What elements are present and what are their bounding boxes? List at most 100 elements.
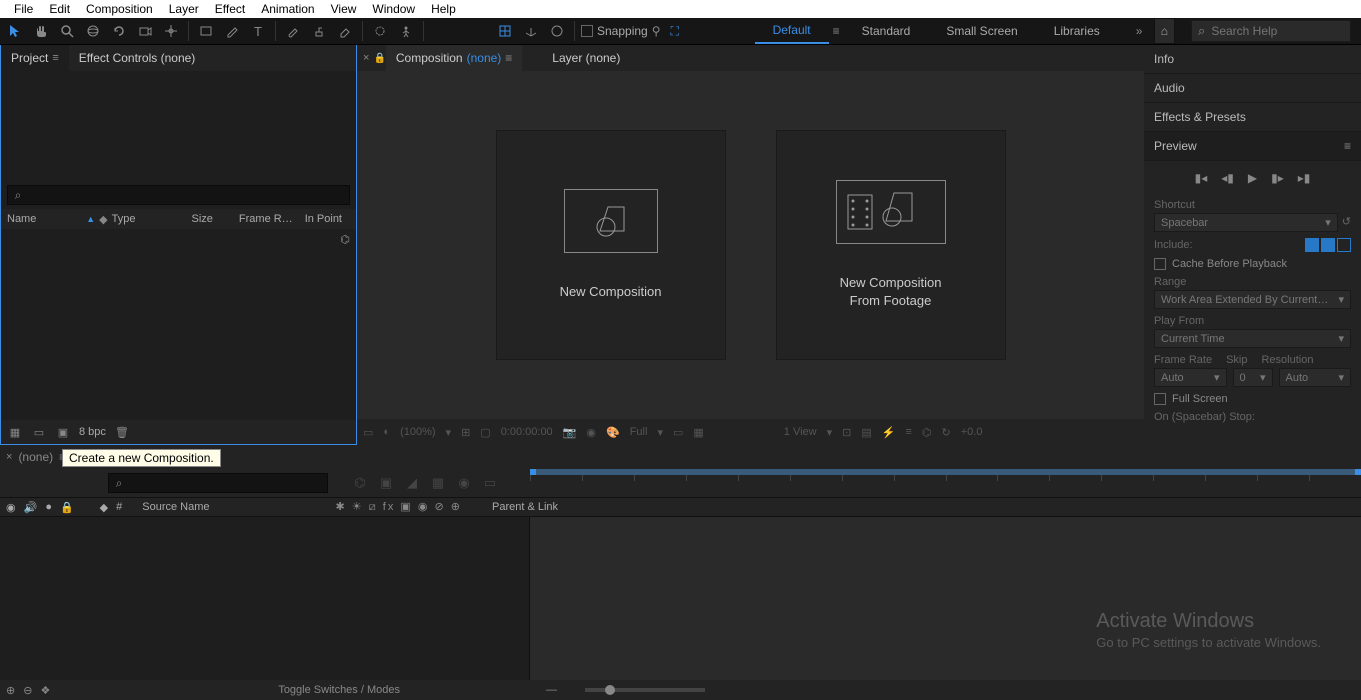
rotate-tool[interactable] <box>108 20 130 42</box>
lock-toggle-icon[interactable]: 🔒 <box>60 501 74 514</box>
toggle-alpha-icon[interactable]: ◐ <box>383 426 390 438</box>
frame-blend-footer-icon[interactable]: ❖ <box>40 684 50 697</box>
tab-layer[interactable]: Layer (none) <box>542 45 630 71</box>
graph-editor-icon[interactable]: ▭ <box>480 475 500 491</box>
delete-icon[interactable]: 🗑 <box>114 426 130 439</box>
mesh-tool-icon[interactable] <box>494 20 516 42</box>
zoom-tool[interactable] <box>56 20 78 42</box>
timeline-search[interactable]: ⌕ <box>108 473 328 493</box>
hand-tool[interactable] <box>30 20 52 42</box>
menu-animation[interactable]: Animation <box>253 2 322 16</box>
shortcut-dropdown[interactable]: Spacebar▾ <box>1154 213 1338 232</box>
frame-rate-dropdown[interactable]: Auto▾ <box>1154 368 1227 387</box>
reset-exposure-icon[interactable]: ↻ <box>942 426 951 439</box>
skip-dropdown[interactable]: 0▾ <box>1233 368 1273 387</box>
roto-brush-tool[interactable] <box>369 20 391 42</box>
menu-layer[interactable]: Layer <box>161 2 207 16</box>
workspace-overflow-icon[interactable]: » <box>1118 18 1154 44</box>
magnification-icon[interactable]: ▭ <box>363 426 373 439</box>
expand-icon[interactable]: ⊕ <box>6 684 15 697</box>
panel-preview[interactable]: Preview ≡ <box>1144 132 1361 161</box>
current-time[interactable]: 0:00:00:00 <box>501 426 553 438</box>
solo-toggle-icon[interactable]: ● <box>45 501 52 513</box>
channel-icon[interactable]: 🎨 <box>606 426 620 439</box>
panel-menu-icon[interactable]: ≡ <box>52 52 58 64</box>
lock-icon[interactable]: 🔒 <box>373 53 385 64</box>
project-search[interactable]: ⌕ <box>7 185 350 205</box>
new-comp-icon[interactable]: ▣ <box>55 426 71 439</box>
transparency-grid-icon[interactable]: ▦ <box>693 426 703 439</box>
snapshot-icon[interactable]: 📷 <box>563 426 577 439</box>
cache-before-playback[interactable]: Cache Before Playback <box>1154 258 1351 270</box>
close-tab-icon[interactable]: × <box>363 52 369 64</box>
draft-3d-icon[interactable]: ▣ <box>376 475 396 491</box>
frame-blend-icon[interactable]: ▦ <box>428 475 448 491</box>
zoom-value[interactable]: (100%) <box>400 426 435 438</box>
col-type[interactable]: Type <box>112 213 144 225</box>
tab-effect-controls[interactable]: Effect Controls (none) <box>69 45 206 71</box>
pen-tool[interactable] <box>221 20 243 42</box>
timeline-time-area[interactable]: Activate Windows Go to PC settings to ac… <box>530 517 1361 680</box>
next-frame-icon[interactable]: ▮▸ <box>1271 171 1284 185</box>
comp-mini-flowchart-icon[interactable]: ⌬ <box>350 475 370 491</box>
panel-menu-icon[interactable]: ≡ <box>1344 139 1351 153</box>
panel-effects-presets[interactable]: Effects & Presets <box>1144 103 1361 132</box>
menu-composition[interactable]: Composition <box>78 2 161 16</box>
time-ruler[interactable] <box>530 475 1361 489</box>
menu-edit[interactable]: Edit <box>41 2 78 16</box>
exposure-value[interactable]: +0.0 <box>961 426 983 438</box>
include-video-toggle[interactable] <box>1305 238 1319 252</box>
motion-blur-icon[interactable]: ◉ <box>454 475 474 491</box>
zoom-out-icon[interactable]: — <box>546 684 557 696</box>
interpret-footage-icon[interactable]: ▦ <box>7 426 23 439</box>
roi-icon[interactable]: ▭ <box>673 426 683 439</box>
resolution-dropdown[interactable]: Full <box>630 426 648 438</box>
panel-menu-icon[interactable]: ≡ <box>505 51 512 65</box>
col-size[interactable]: Size <box>192 213 221 225</box>
pan-behind-tool[interactable] <box>160 20 182 42</box>
snapping-bounds-icon[interactable]: ⛶ <box>671 24 679 39</box>
project-items-area[interactable]: ⌬ <box>1 229 356 420</box>
mask-icon[interactable]: ▢ <box>480 426 490 439</box>
workspace-libraries[interactable]: Libraries <box>1036 18 1118 44</box>
help-search[interactable]: ⌕ <box>1191 20 1351 42</box>
toggle-switches-modes[interactable]: Toggle Switches / Modes <box>278 684 400 696</box>
play-from-dropdown[interactable]: Current Time▾ <box>1154 329 1351 348</box>
fast-preview-icon[interactable]: ⚡ <box>882 426 896 439</box>
tab-composition[interactable]: Composition (none) ≡ <box>386 45 522 71</box>
share-view-icon[interactable]: ⊡ <box>842 426 851 439</box>
hide-shy-icon[interactable]: ◢ <box>402 475 422 491</box>
timeline-layers-area[interactable] <box>0 517 530 680</box>
clone-stamp-tool[interactable] <box>308 20 330 42</box>
menu-help[interactable]: Help <box>423 2 464 16</box>
prev-frame-icon[interactable]: ◂▮ <box>1221 171 1234 185</box>
include-overlays-toggle[interactable] <box>1337 238 1351 252</box>
menu-view[interactable]: View <box>323 2 365 16</box>
first-frame-icon[interactable]: ▮◂ <box>1195 171 1208 185</box>
flowchart-icon[interactable]: ⌬ <box>922 426 932 439</box>
col-name[interactable]: Name <box>7 213 44 225</box>
timeline-tab-label[interactable]: (none) <box>18 450 53 464</box>
color-depth[interactable]: 8 bpc <box>79 426 106 438</box>
include-audio-toggle[interactable] <box>1321 238 1335 252</box>
home-icon[interactable]: ⌂ <box>1154 18 1175 44</box>
pixel-aspect-icon[interactable]: ▤ <box>861 426 871 439</box>
menu-effect[interactable]: Effect <box>207 2 253 16</box>
new-composition-from-footage-card[interactable]: New CompositionFrom Footage <box>776 130 1006 360</box>
col-parent-link[interactable]: Parent & Link <box>492 501 558 513</box>
collapse-icon[interactable]: ⊖ <box>23 684 32 697</box>
col-number[interactable]: # <box>116 501 122 513</box>
flowchart-icon[interactable]: ⌬ <box>340 233 350 246</box>
text-tool[interactable]: T <box>247 20 269 42</box>
play-icon[interactable]: ▶ <box>1248 171 1257 185</box>
panel-audio[interactable]: Audio <box>1144 74 1361 103</box>
range-dropdown[interactable]: Work Area Extended By Current…▾ <box>1154 290 1351 309</box>
panel-info[interactable]: Info <box>1144 45 1361 74</box>
new-folder-icon[interactable]: ▭ <box>31 426 47 439</box>
tab-project[interactable]: Project ≡ <box>1 45 69 71</box>
orbit-tool[interactable] <box>82 20 104 42</box>
audio-toggle-icon[interactable]: 🔊 <box>24 501 38 514</box>
view-layout[interactable]: 1 View <box>784 426 817 438</box>
show-snapshot-icon[interactable]: ◉ <box>586 426 596 439</box>
workspace-small-screen[interactable]: Small Screen <box>928 18 1035 44</box>
